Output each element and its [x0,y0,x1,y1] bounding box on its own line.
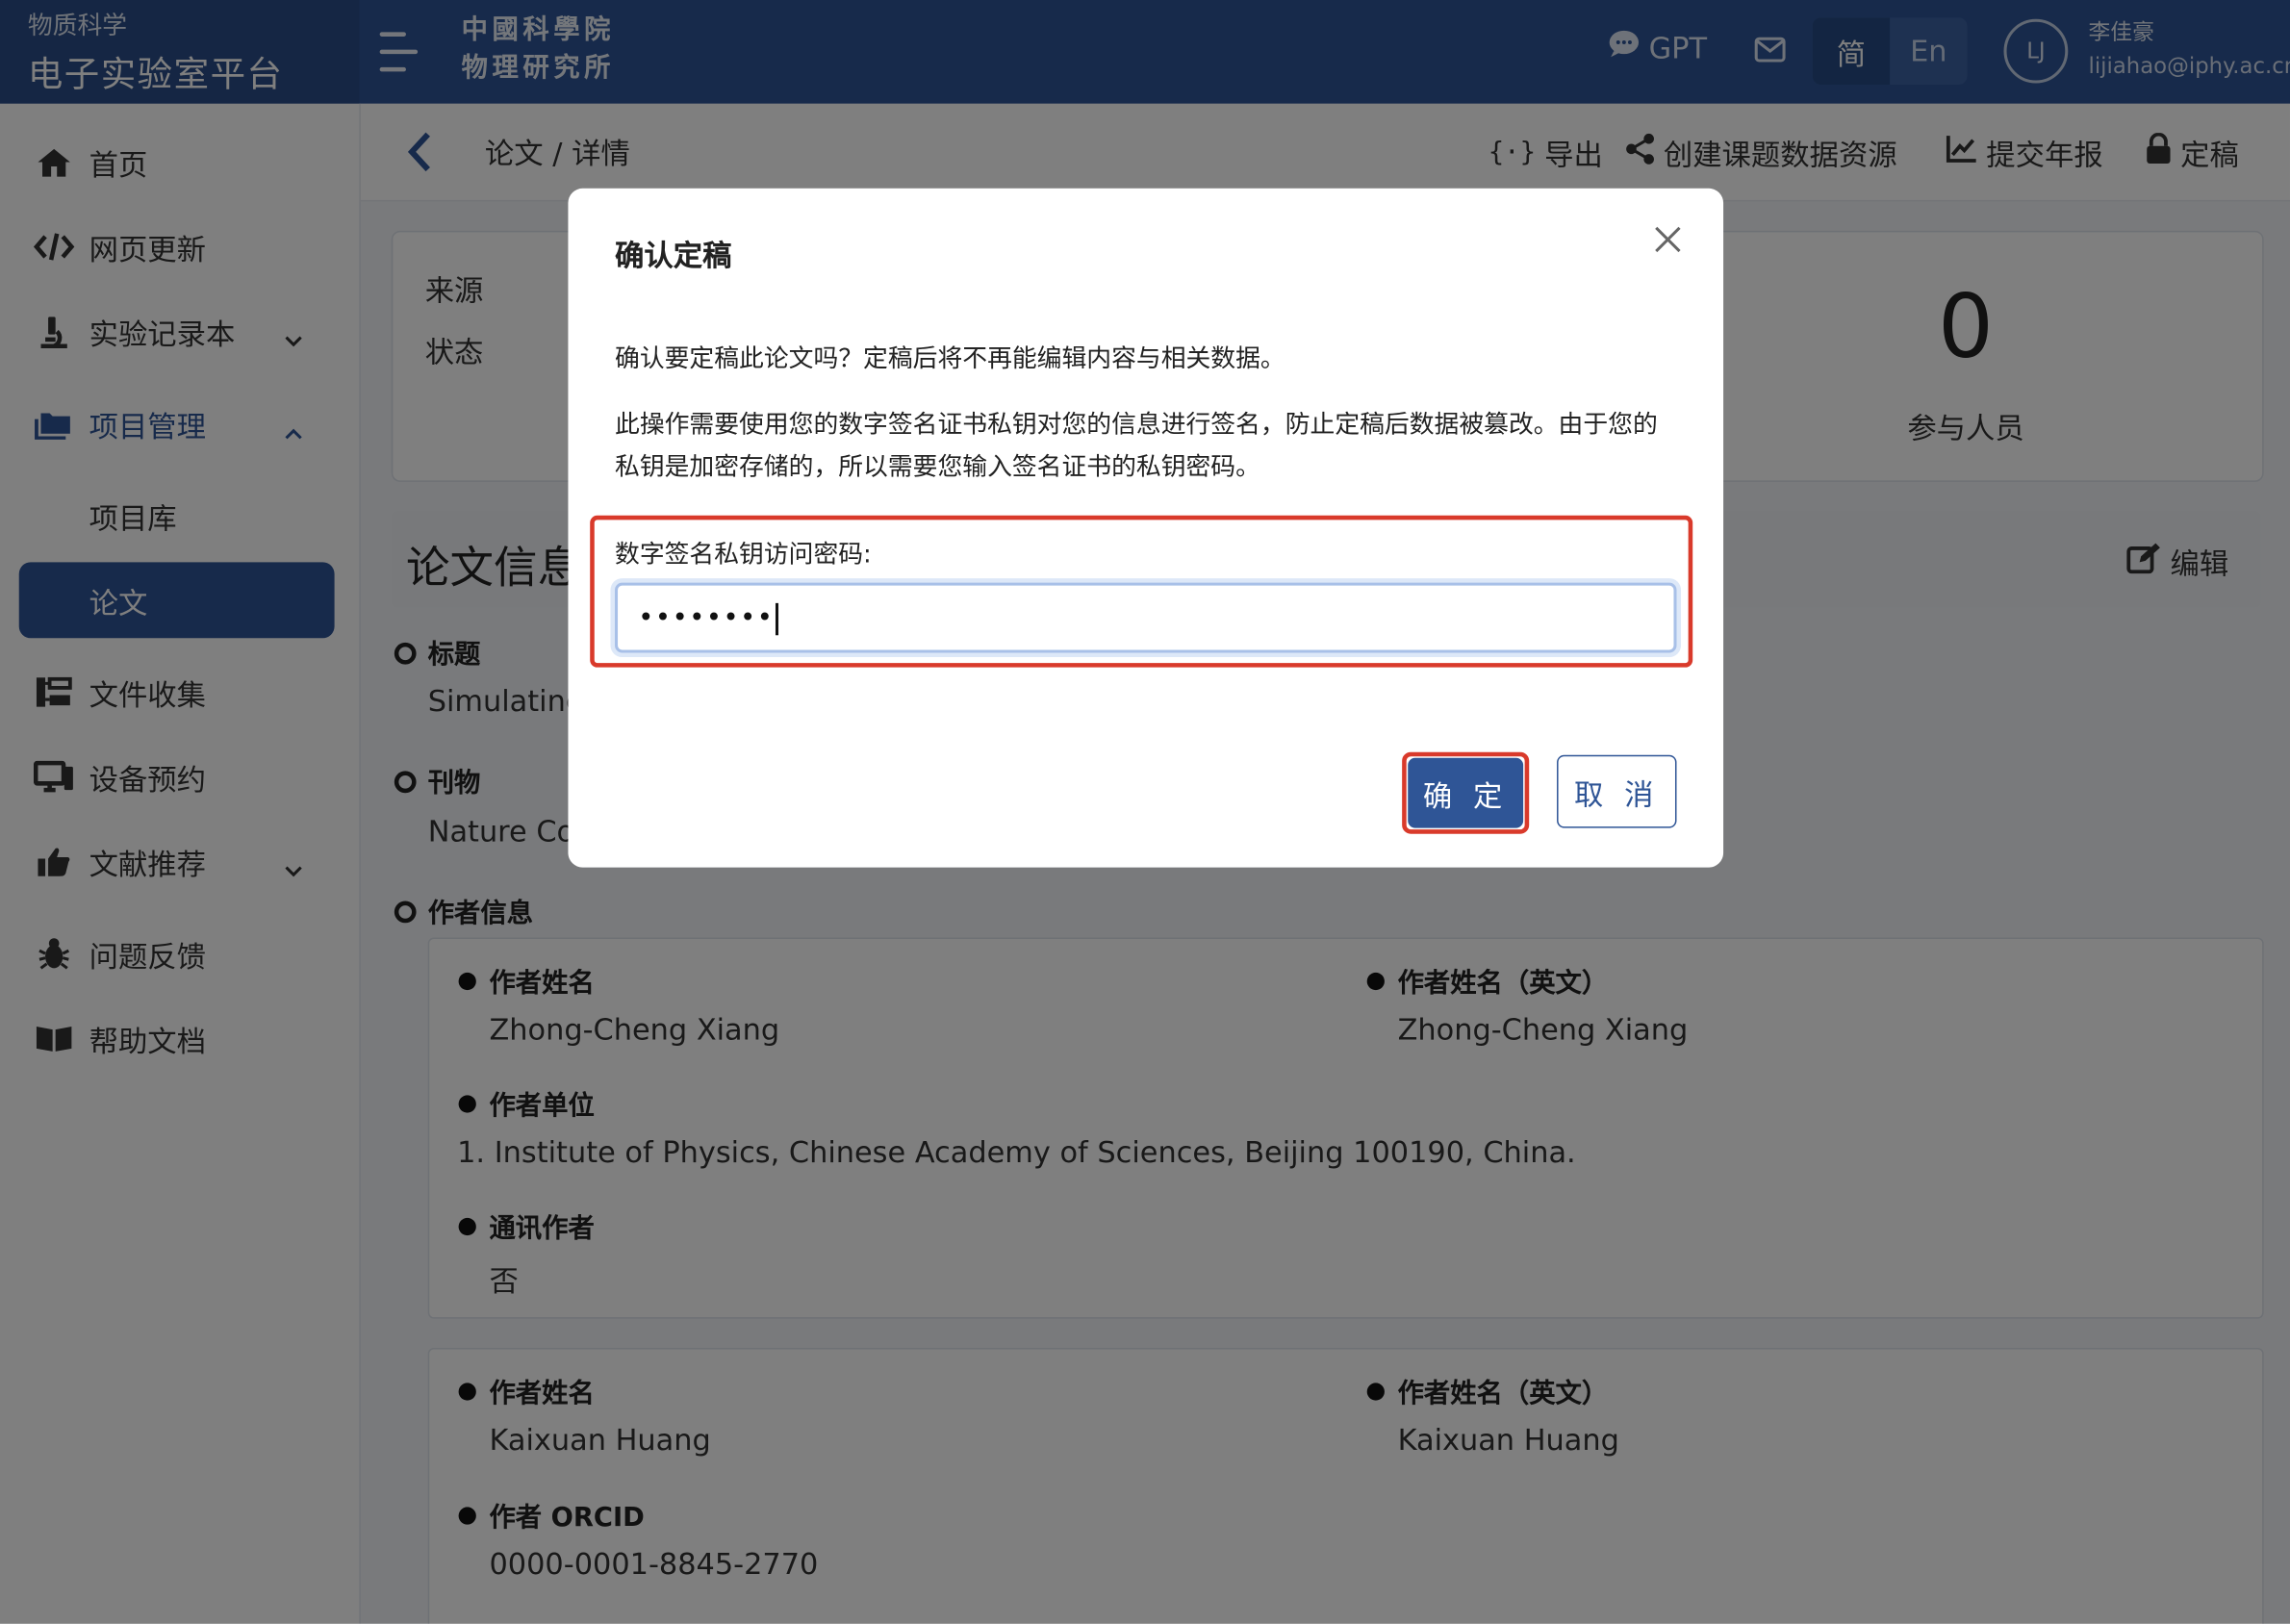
password-input[interactable]: •••••••• [615,582,1677,653]
close-icon[interactable] [1652,223,1684,261]
dialog-message: 确认要定稿此论文吗？定稿后将不再能编辑内容与相关数据。 [615,344,1285,374]
confirm-finalize-dialog: 确认定稿 确认要定稿此论文吗？定稿后将不再能编辑内容与相关数据。 此操作需要使用… [568,188,1724,868]
cancel-button[interactable]: 取 消 [1557,754,1677,828]
text-cursor [775,602,778,636]
dialog-title: 确认定稿 [615,238,732,273]
password-label: 数字签名私钥访问密码: [615,540,872,570]
confirm-button[interactable]: 确 定 [1408,757,1524,828]
password-value: •••••••• [638,602,775,634]
dialog-explanation: 此操作需要使用您的数字签名证书私钥对您的信息进行签名，防止定稿后数据被篡改。由于… [615,410,1658,482]
